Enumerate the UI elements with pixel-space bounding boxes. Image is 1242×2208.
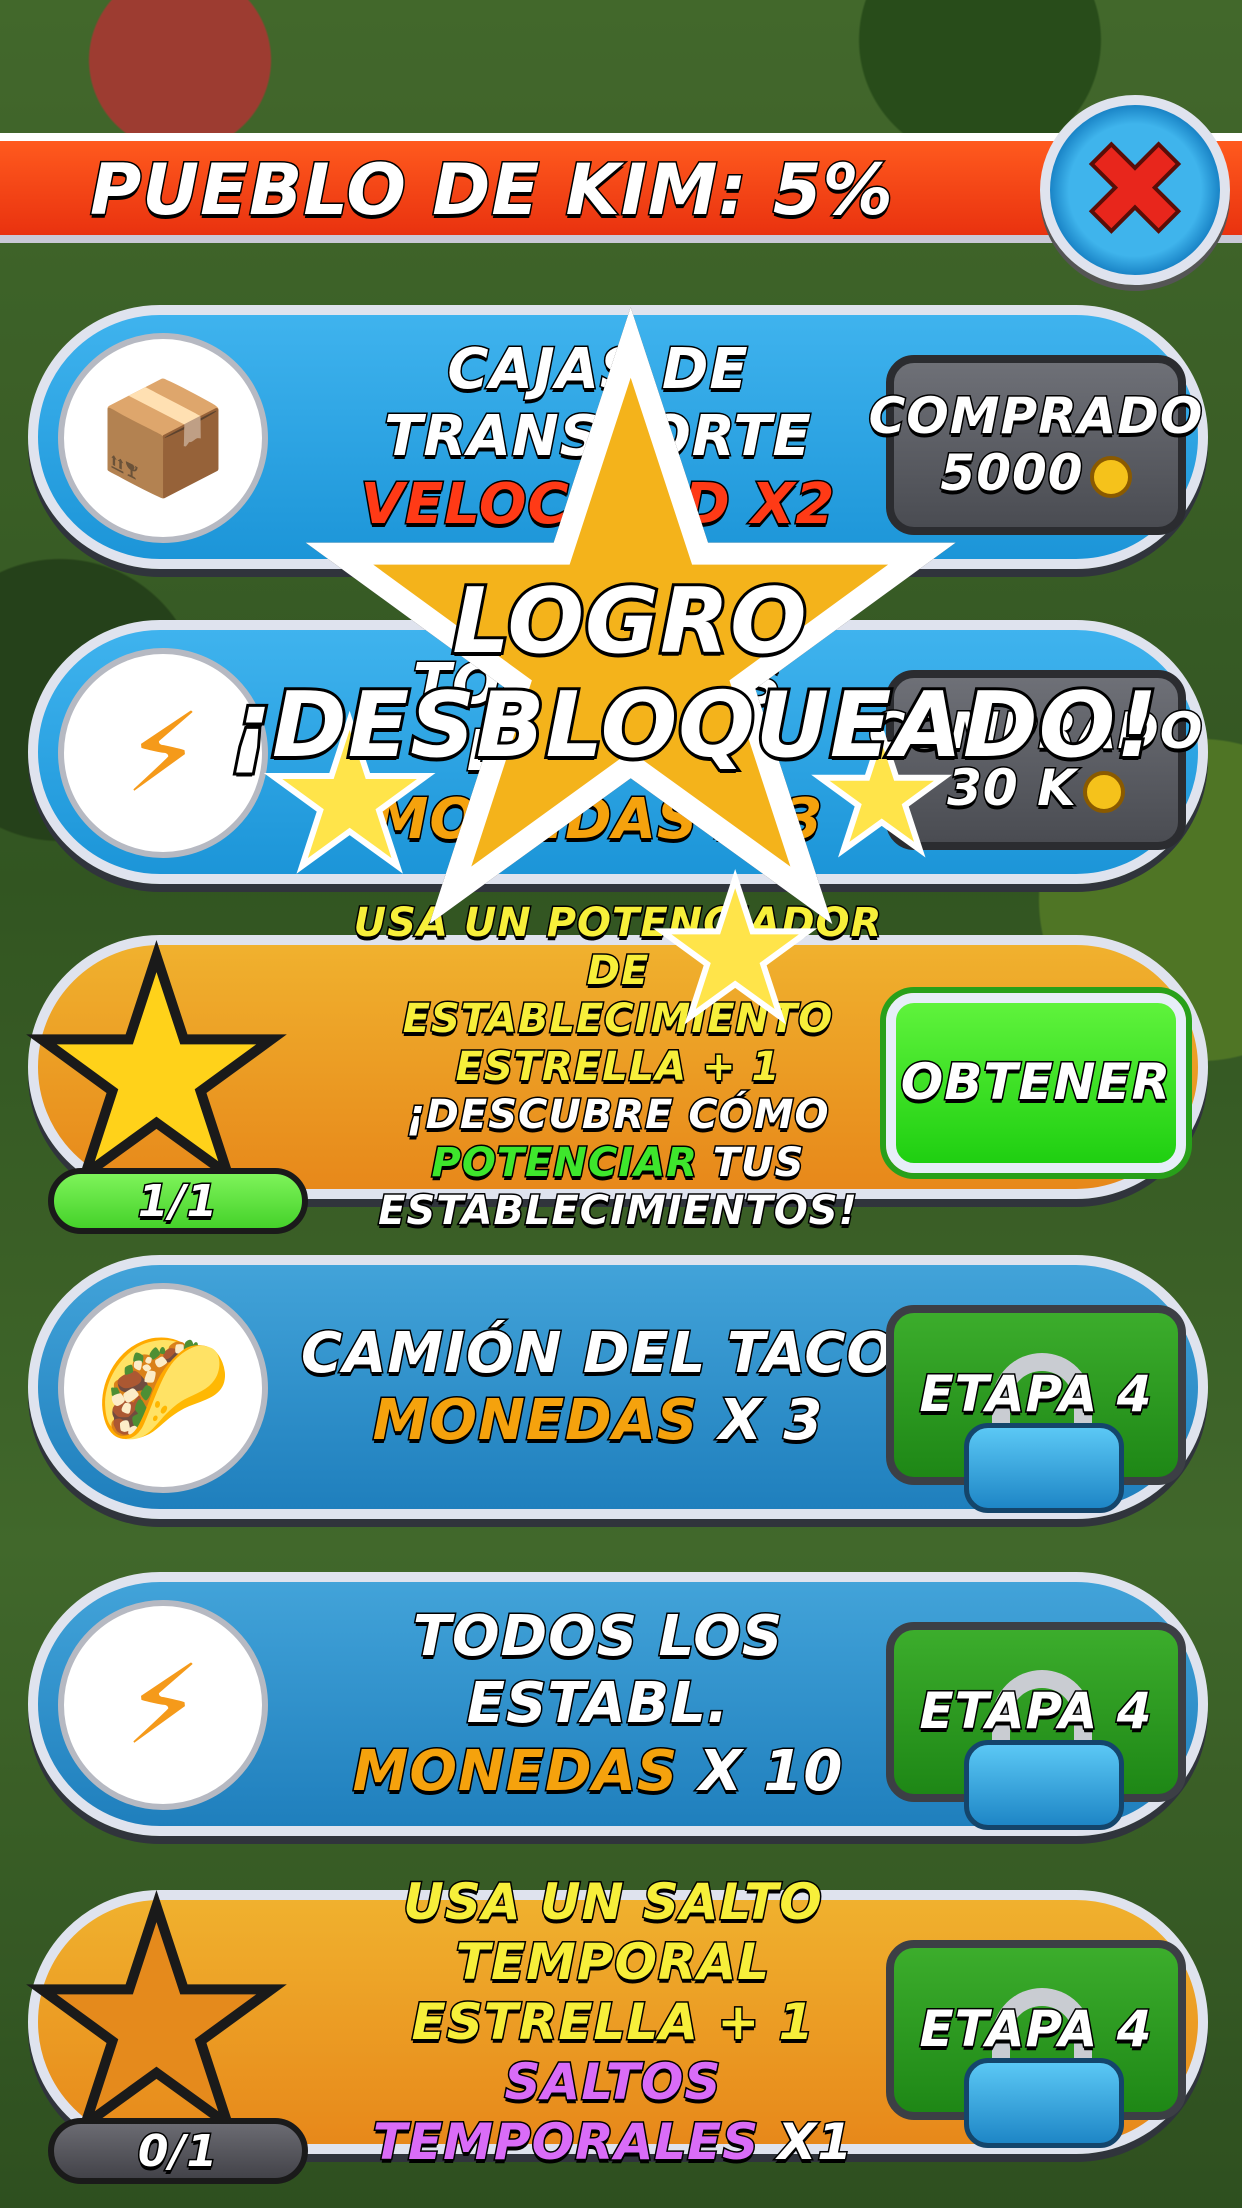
locked-stage-button: ETAPA 4	[886, 1622, 1186, 1830]
achievement-line: ¡DESBLOQUEADO!	[227, 671, 1160, 780]
row-line: ESTRELLA + 1	[410, 1992, 815, 2053]
row-description: TODOS LOS ESTABL. MONEDAS X 10	[298, 1582, 898, 1826]
row-line: TODOS LOS ESTABL.	[411, 1603, 784, 1738]
progress-pill: 1/1	[48, 1168, 308, 1234]
upgrade-row-taco-truck: 🌮 CAMIÓN DEL TACO MONEDAS X 3 ETAPA 4	[28, 1255, 1208, 1519]
coin-icon	[1089, 455, 1132, 498]
row-highlight: MONEDAS	[351, 1737, 679, 1805]
stage-label: ETAPA 4	[918, 1681, 1153, 1741]
row-line: USA UN SALTO TEMPORAL	[402, 1872, 823, 1993]
locked-stage-button: ETAPA 4	[886, 1940, 1186, 2148]
row-line: CAMIÓN DEL TACO	[299, 1319, 896, 1387]
row-line: X1	[759, 2112, 854, 2173]
sparkle-star-icon: ★	[647, 837, 823, 1064]
upgrade-row-all-establishments-x10: ⚡ TODOS LOS ESTABL. MONEDAS X 10 ETAPA 4	[28, 1572, 1208, 1836]
achievement-unlocked-popup: ★ ★ ★ ★ LOGRO ¡DESBLOQUEADO!	[227, 239, 1160, 1064]
row-line: X 10	[678, 1737, 844, 1805]
row-highlight: SALTOS TEMPORALES	[371, 2052, 760, 2173]
row-highlight: MONEDAS	[371, 1387, 699, 1455]
row-description: CAMIÓN DEL TACO MONEDAS X 3	[298, 1265, 898, 1509]
row-description: USA UN SALTO TEMPORAL ESTRELLA + 1 SALTO…	[328, 1872, 898, 2173]
close-button[interactable]: ✖	[1040, 95, 1230, 285]
stage-label: ETAPA 4	[918, 1364, 1153, 1424]
close-icon: ✖	[1079, 112, 1192, 268]
locked-stage-button: ETAPA 4	[886, 1305, 1186, 1513]
stage-label: ETAPA 4	[918, 1999, 1153, 2059]
row-line: TUS	[697, 1139, 805, 1188]
row-line: ESTABLECIMIENTOS!	[377, 1187, 859, 1236]
achievement-message: LOGRO ¡DESBLOQUEADO!	[227, 567, 1160, 780]
row-line: X 3	[698, 1387, 824, 1455]
progress-text: 0/1	[136, 2124, 219, 2178]
progress-pill: 0/1	[48, 2118, 308, 2184]
delivery-box-speed-icon: 📦	[58, 333, 268, 543]
row-line: ¡DESCUBRE CÓMO	[405, 1091, 830, 1140]
row-highlight: POTENCIAR	[430, 1139, 698, 1188]
achievement-line: LOGRO	[449, 567, 809, 676]
progress-text: 1/1	[136, 1174, 219, 1228]
lightning-money-bag-icon: ⚡	[58, 1600, 268, 1810]
taco-money-bag-icon: 🌮	[58, 1283, 268, 1493]
